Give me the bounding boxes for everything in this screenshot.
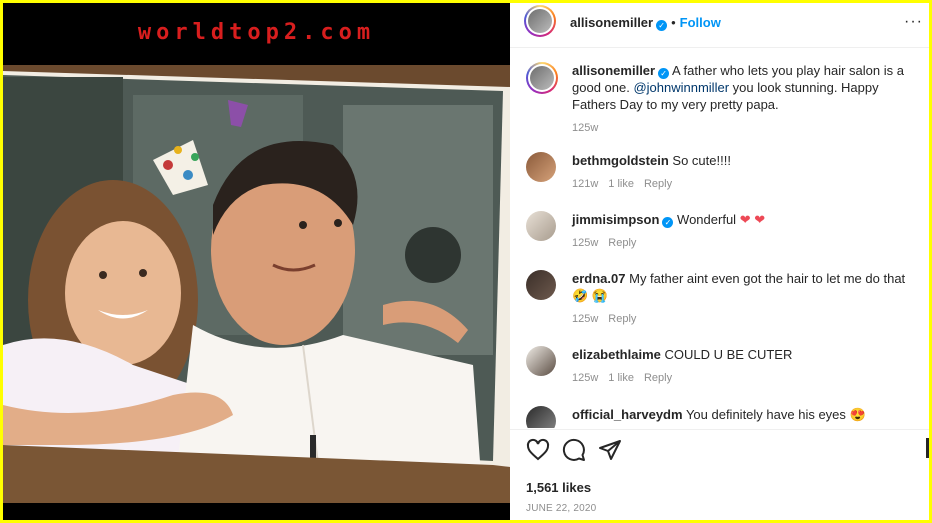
post-photo[interactable] — [3, 65, 510, 503]
comment-username[interactable]: erdna.07 — [572, 271, 625, 286]
comment-likes[interactable]: 1 like — [608, 372, 634, 384]
comment-text: Wonderful — [677, 212, 737, 227]
heart-icon[interactable] — [526, 438, 550, 462]
follow-button[interactable]: Follow — [680, 15, 721, 30]
separator-dot: • — [671, 15, 676, 30]
comment-text: You definitely have his eyes — [685, 407, 846, 422]
post-date[interactable]: JUNE 22, 2020 — [526, 503, 596, 514]
laugh-cry-emoji-icon: 🤣 😭 — [572, 288, 608, 303]
share-icon[interactable] — [598, 438, 622, 462]
photo-illustration — [3, 65, 510, 503]
comments-list: allisonemiller ✓ A father who lets you pl… — [510, 48, 929, 428]
reply-button[interactable]: Reply — [608, 313, 636, 325]
comment-username[interactable]: elizabethlaime — [572, 347, 661, 362]
comment-item: official_harveydm You definitely have hi… — [526, 406, 918, 428]
reply-button[interactable]: Reply — [644, 178, 672, 190]
comment-meta: 125w Reply — [572, 235, 918, 252]
verified-badge-icon: ✓ — [656, 20, 668, 31]
caption-body: allisonemiller ✓ A father who lets you pl… — [572, 62, 918, 137]
comment-username[interactable]: bethmgoldstein — [572, 153, 669, 168]
caption-time[interactable]: 125w — [572, 122, 598, 134]
post-details-panel: allisonemiller ✓ • Follow ··· allisonemille… — [510, 3, 929, 520]
caption-author[interactable]: allisonemiller — [572, 63, 655, 78]
verified-badge-icon: ✓ — [662, 217, 674, 228]
post-actions: 1,561 likes JUNE 22, 2020 — [510, 429, 929, 520]
commenter-avatar[interactable] — [526, 270, 556, 300]
author-username[interactable]: allisonemiller — [570, 15, 653, 30]
heart-emoji-icon: ❤ ❤ — [739, 212, 766, 227]
heart-eyes-emoji-icon: 😍 — [849, 407, 866, 422]
comment-time[interactable]: 121w — [572, 178, 598, 190]
comment-text: My father aint even got the hair to let … — [629, 271, 906, 286]
caption-author-avatar[interactable] — [526, 62, 558, 94]
commenter-avatar[interactable] — [526, 152, 556, 182]
comment-item: elizabethlaime COULD U BE CUTER 125w 1 li… — [526, 346, 918, 391]
comment-time[interactable]: 125w — [572, 313, 598, 325]
comment-body: elizabethlaime COULD U BE CUTER 125w 1 li… — [572, 346, 918, 387]
comment-text: COULD U BE CUTER — [664, 347, 793, 362]
post-media: worldtop2.com — [3, 3, 510, 520]
screenshot-frame: worldtop2.com allisonemiller ✓ • Follow … — [3, 3, 929, 520]
commenter-avatar[interactable] — [526, 211, 556, 241]
comment-username[interactable]: jimmisimpson — [572, 212, 659, 227]
commenter-avatar[interactable] — [526, 346, 556, 376]
commenter-avatar[interactable] — [526, 406, 556, 428]
comment-body: bethmgoldstein So cute!!!! 121w 1 like Rep… — [572, 152, 918, 193]
comment-item: bethmgoldstein So cute!!!! 121w 1 like Rep… — [526, 152, 918, 197]
comment-username[interactable]: official_harveydm — [572, 407, 683, 422]
reply-button[interactable]: Reply — [608, 237, 636, 249]
comment-body: jimmisimpson ✓ Wonderful ❤ ❤ 125w Reply — [572, 211, 918, 252]
comment-item: erdna.07 My father aint even got the hai… — [526, 270, 918, 330]
author-avatar[interactable] — [524, 5, 556, 37]
comment-body: erdna.07 My father aint even got the hai… — [572, 270, 918, 328]
comment-likes[interactable]: 1 like — [608, 178, 634, 190]
comment-icon[interactable] — [562, 438, 586, 462]
comment-meta: 125w Reply — [572, 311, 918, 328]
comment-item: jimmisimpson ✓ Wonderful ❤ ❤ 125w Reply — [526, 211, 918, 256]
reply-button[interactable]: Reply — [644, 372, 672, 384]
watermark-text: worldtop2.com — [137, 20, 376, 45]
comment-body: official_harveydm You definitely have hi… — [572, 406, 918, 423]
caption-mention[interactable]: @johnwinnmiller — [633, 80, 729, 95]
comment-time[interactable]: 125w — [572, 372, 598, 384]
caption-meta: 125w — [572, 120, 918, 137]
header-author-line: allisonemiller ✓ • Follow — [570, 14, 721, 32]
post-header: allisonemiller ✓ • Follow ··· — [510, 3, 929, 48]
more-options-icon[interactable]: ··· — [904, 13, 923, 31]
likes-count[interactable]: 1,561 likes — [526, 480, 591, 495]
comment-time[interactable]: 125w — [572, 237, 598, 249]
comment-text: So cute!!!! — [672, 153, 731, 168]
verified-badge-icon: ✓ — [658, 68, 670, 79]
scrollbar[interactable] — [926, 438, 929, 458]
comment-meta: 125w 1 like Reply — [572, 370, 918, 387]
comment-meta: 121w 1 like Reply — [572, 176, 918, 193]
caption: allisonemiller ✓ A father who lets you pl… — [526, 62, 918, 134]
